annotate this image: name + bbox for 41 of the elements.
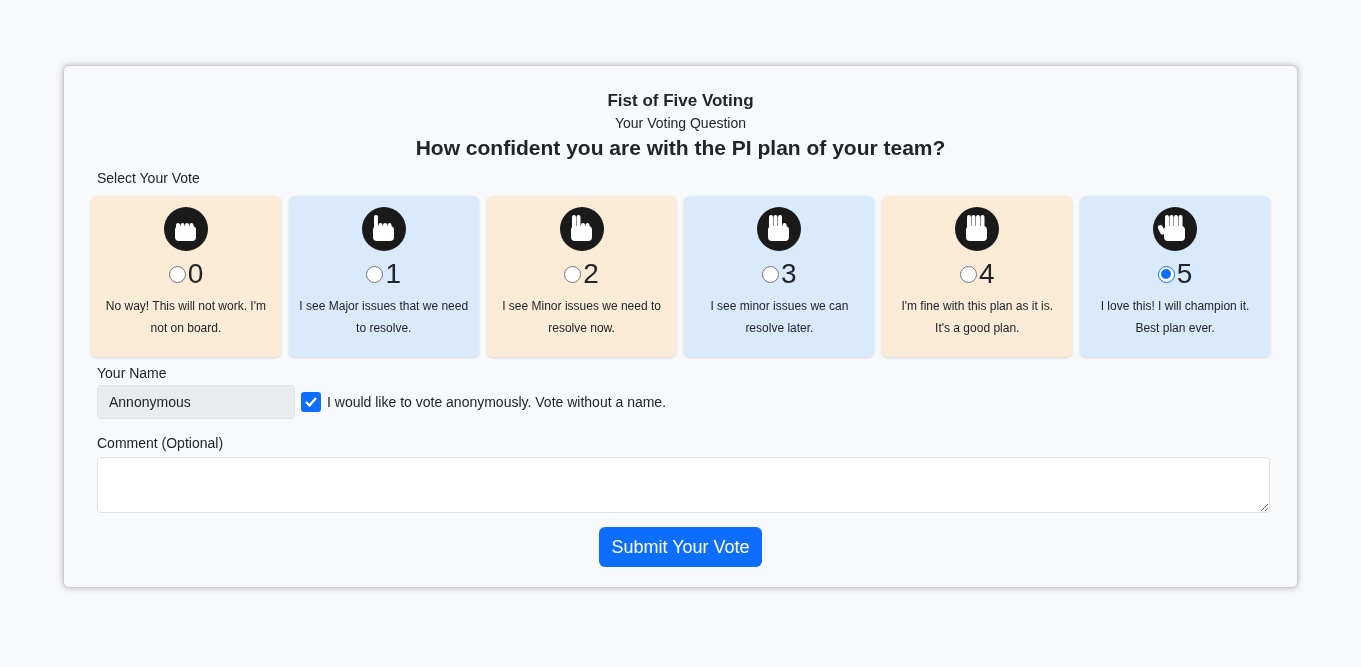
- page-title: Fist of Five Voting: [606, 90, 755, 112]
- anonymous-checkbox[interactable]: [301, 392, 321, 412]
- vote-label: Select Your Vote: [97, 169, 201, 188]
- vote-value: 2: [583, 257, 599, 291]
- hand-icon: [757, 207, 802, 251]
- hand-icon: [559, 207, 604, 251]
- hand-icon: [163, 207, 208, 251]
- subtitle: Your Voting Question: [614, 114, 747, 133]
- vote-option[interactable]: 0 No way! This will not work. I'm not on board.: [91, 196, 281, 357]
- vote-description: No way! This will not work. I'm not on board.: [104, 298, 267, 337]
- hand-icon: [955, 207, 1000, 251]
- hand-icon: [361, 207, 406, 251]
- checkmark-icon: [304, 395, 318, 409]
- vote-option[interactable]: 2 I see Minor issues we need to resolve now.: [486, 196, 677, 357]
- vote-value: 4: [978, 257, 995, 291]
- vote-value: 0: [187, 257, 204, 291]
- anonymous-label: I would like to vote anonymously. Vote without a name.: [327, 392, 667, 412]
- vote-value: 1: [385, 257, 402, 291]
- vote-radio[interactable]: [168, 265, 186, 283]
- vote-radio[interactable]: [1157, 265, 1175, 283]
- name-label: Your Name: [97, 364, 168, 383]
- vote-description: I'm fine with this plan as it is. It's a good plan.: [900, 298, 1055, 337]
- vote-value: 3: [781, 257, 797, 291]
- vote-option[interactable]: 4 I'm fine with this plan as it is. It's a good plan.: [882, 196, 1073, 357]
- vote-description: I love this! I will champion it. Best plan ever.: [1099, 298, 1251, 337]
- vote-radio[interactable]: [762, 265, 780, 283]
- vote-description: I see Major issues that we need to resolve.: [298, 298, 469, 337]
- vote-option[interactable]: 3 I see minor issues we can resolve later.: [684, 196, 875, 357]
- comment-field[interactable]: [97, 457, 1270, 513]
- hand-icon: [1153, 207, 1198, 251]
- vote-radio[interactable]: [564, 265, 582, 283]
- vote-option[interactable]: 1 I see Major issues that we need to resolve.: [288, 196, 479, 357]
- vote-option[interactable]: 5 I love this! I will champion it. Best plan ever.: [1080, 196, 1270, 357]
- vote-description: I see Minor issues we need to resolve now.: [501, 298, 662, 337]
- vote-radio[interactable]: [959, 265, 977, 283]
- comment-label: Comment (Optional): [97, 434, 225, 453]
- vote-description: I see minor issues we can resolve later.: [709, 298, 850, 337]
- question: How confident you are with the PI plan of your team?: [414, 135, 947, 161]
- vote-radio[interactable]: [366, 265, 384, 283]
- submit-button[interactable]: Submit Your Vote: [599, 527, 762, 567]
- vote-value: 5: [1176, 257, 1193, 291]
